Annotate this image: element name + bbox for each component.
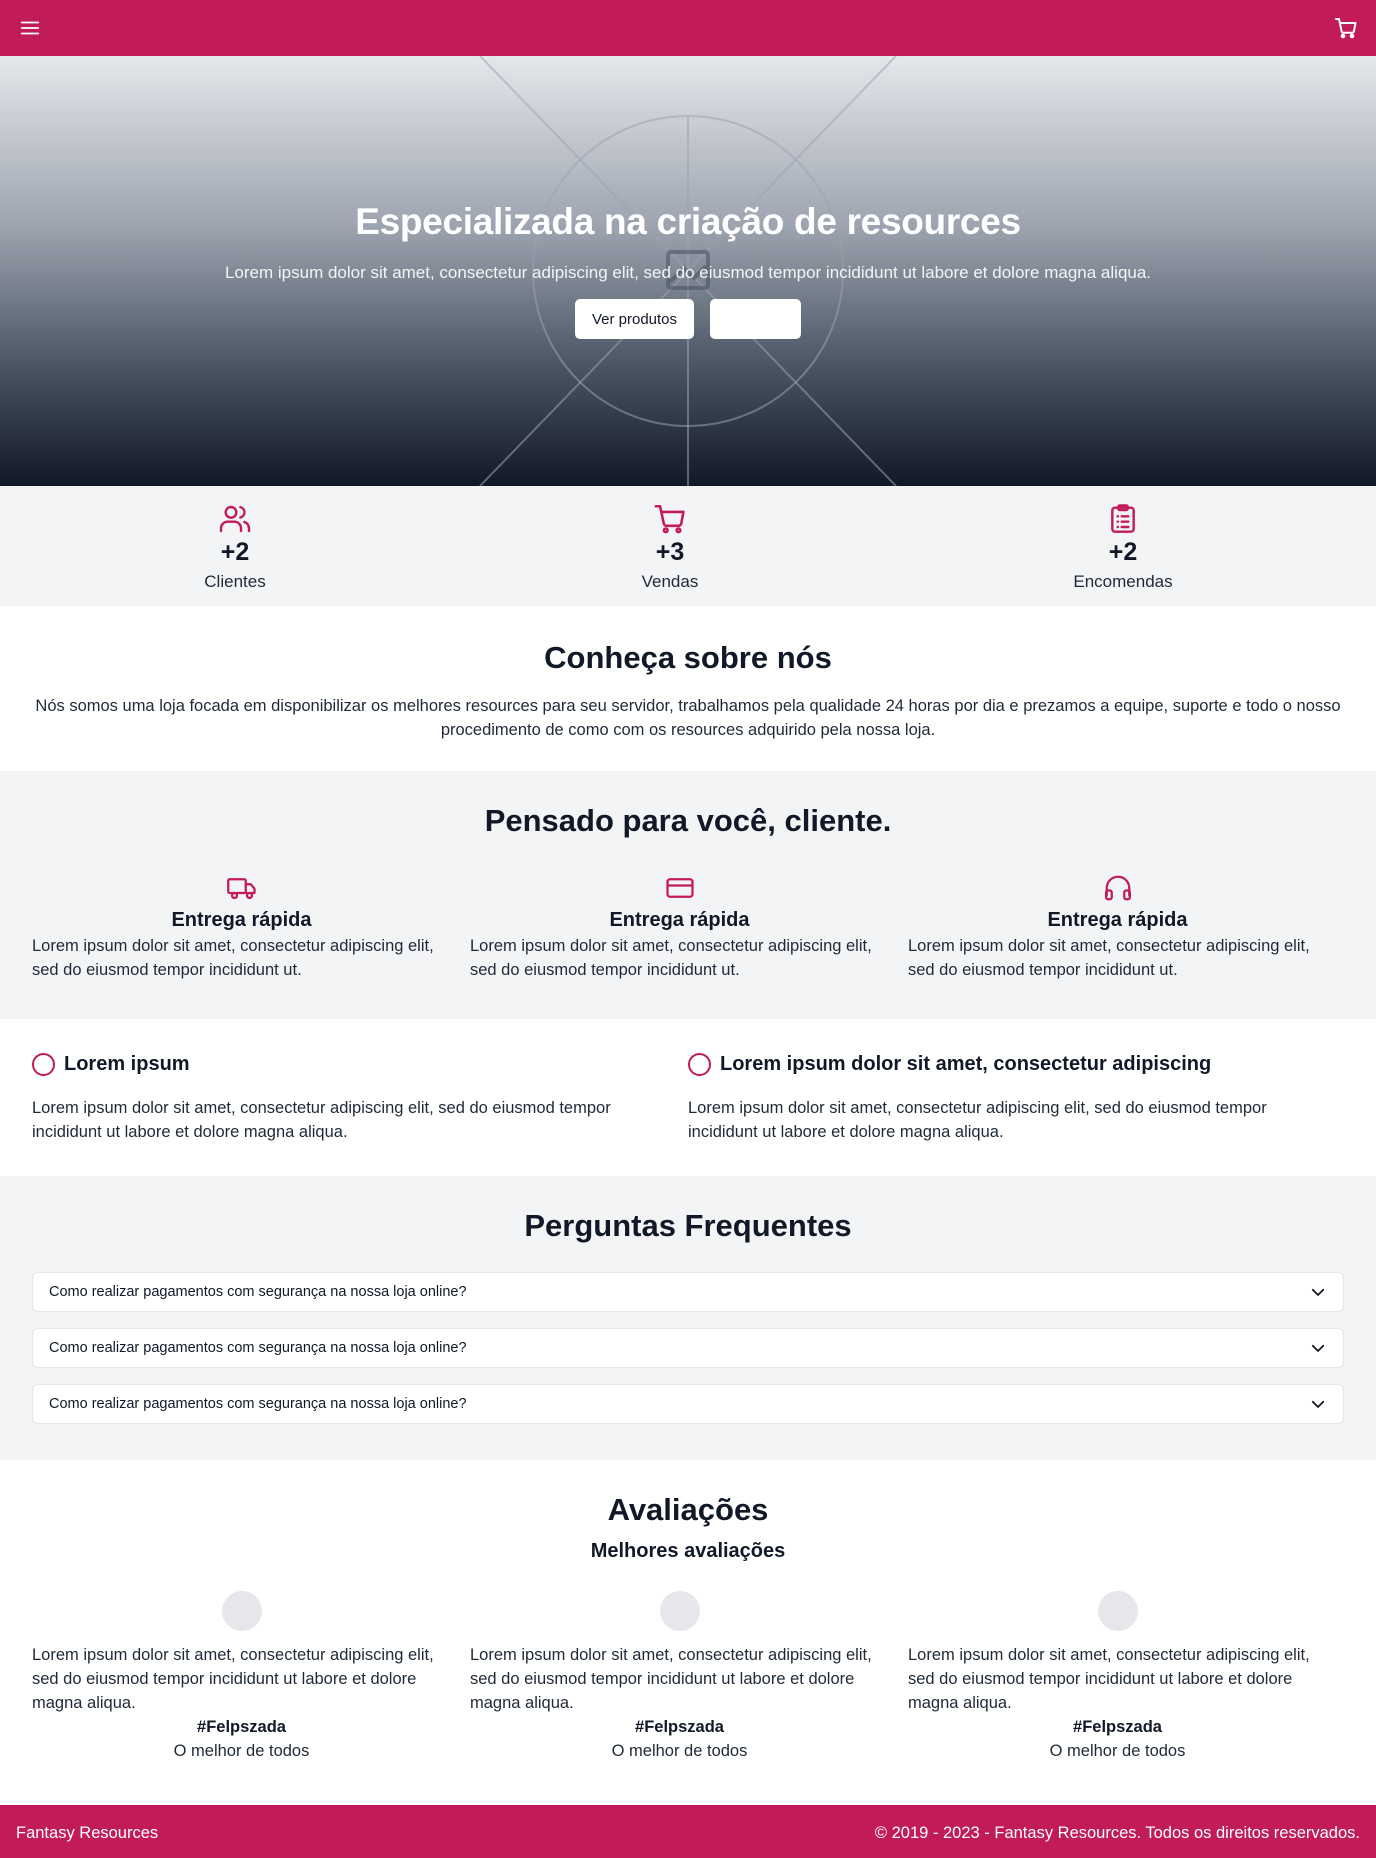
view-products-button[interactable]: Ver produtos [575,299,694,339]
reviewer-role: O melhor de todos [173,1742,310,1760]
stat-clients: +2 Clientes [135,502,335,592]
hero-banner: Especializada na criação de resources Lo… [0,56,1376,486]
about-text: Nós somos uma loja focada em disponibili… [35,697,1341,739]
circle-icon [688,1053,711,1076]
credit-card-icon [470,873,889,901]
chevron-down-icon [1311,1400,1325,1408]
info-title: Lorem ipsum [64,1053,190,1075]
clipboard-icon [1023,502,1223,536]
avatar [1097,1591,1138,1631]
feature-card: Entrega rápida Lorem ipsum dolor sit ame… [470,873,889,982]
stat-label: Vendas [641,572,699,591]
headphones-icon [908,873,1327,901]
feature-text: Lorem ipsum dolor sit amet, consectetur … [470,937,872,979]
cart-icon [570,502,770,536]
circle-icon [32,1053,55,1076]
faq-title: Perguntas Frequentes [524,1208,852,1243]
feature-title: Entrega rápida [1047,909,1188,931]
stat-value: +2 [1108,538,1138,566]
features-title: Pensado para você, cliente. [484,803,892,838]
feature-card: Entrega rápida Lorem ipsum dolor sit ame… [908,873,1327,982]
reviewer-role: O melhor de todos [1049,1742,1186,1760]
stat-value: +2 [220,538,250,566]
hero-subtitle: Lorem ipsum dolor sit amet, consectetur … [224,263,1152,282]
info-text: Lorem ipsum dolor sit amet, consectetur … [688,1099,1267,1141]
faq-item[interactable]: Como realizar pagamentos com segurança n… [32,1384,1344,1424]
features-section: Pensado para você, cliente. Entrega rápi… [0,771,1376,1019]
feature-text: Lorem ipsum dolor sit amet, consectetur … [32,937,434,979]
reviewer-name: #Felpszada [197,1718,286,1736]
info-text: Lorem ipsum dolor sit amet, consectetur … [32,1099,611,1141]
reviewer-name: #Felpszada [1073,1718,1162,1736]
info-title: Lorem ipsum dolor sit amet, consectetur … [720,1053,1212,1075]
reviews-section: Avaliações Melhores avaliações Lorem ips… [0,1460,1376,1805]
faq-question: Como realizar pagamentos com segurança n… [49,1396,467,1412]
review-text: Lorem ipsum dolor sit amet, consectetur … [470,1646,872,1712]
faq-item[interactable]: Como realizar pagamentos com segurança n… [32,1328,1344,1368]
info-section: Lorem ipsum Lorem ipsum dolor sit amet, … [0,1019,1376,1176]
chevron-down-icon [1311,1288,1325,1296]
top-navbar [0,0,1376,56]
reviews-title: Avaliações [607,1492,769,1527]
hero-title: Especializada na criação de resources [355,201,1021,242]
info-block: Lorem ipsum dolor sit amet, consectetur … [688,1053,1344,1176]
review-card: Lorem ipsum dolor sit amet, consectetur … [470,1591,889,1763]
truck-icon [32,873,451,901]
reviewer-name: #Felpszada [635,1718,724,1736]
chevron-down-icon [1311,1344,1325,1352]
review-card: Lorem ipsum dolor sit amet, consectetur … [908,1591,1327,1763]
stats-bar: +2 Clientes +3 Vendas +2 Encomendas [0,486,1376,606]
avatar [221,1591,262,1631]
review-text: Lorem ipsum dolor sit amet, consectetur … [32,1646,434,1712]
review-text: Lorem ipsum dolor sit amet, consectetur … [908,1646,1310,1712]
reviewer-role: O melhor de todos [611,1742,748,1760]
faq-list: Como realizar pagamentos com segurança n… [32,1272,1344,1424]
stat-sales: +3 Vendas [570,502,770,592]
footer-brand: Fantasy Resources [16,1823,159,1842]
faq-section: Perguntas Frequentes Como realizar pagam… [0,1176,1376,1460]
menu-icon[interactable] [16,14,44,42]
secondary-button[interactable] [710,299,801,339]
faq-item[interactable]: Como realizar pagamentos com segurança n… [32,1272,1344,1312]
users-icon [135,502,335,536]
stat-label: Clientes [204,572,266,591]
feature-title: Entrega rápida [609,909,750,931]
avatar [659,1591,700,1631]
footer-copyright: © 2019 - 2023 - Fantasy Resources. Todos… [874,1823,1360,1842]
stat-value: +3 [655,538,685,566]
stat-label: Encomendas [1073,572,1173,591]
feature-title: Entrega rápida [171,909,312,931]
feature-text: Lorem ipsum dolor sit amet, consectetur … [908,937,1310,979]
faq-question: Como realizar pagamentos com segurança n… [49,1340,467,1356]
footer: Fantasy Resources © 2019 - 2023 - Fantas… [0,1805,1376,1858]
faq-question: Como realizar pagamentos com segurança n… [49,1284,467,1300]
info-block: Lorem ipsum Lorem ipsum dolor sit amet, … [32,1053,688,1176]
cart-icon[interactable] [1332,14,1360,42]
feature-card: Entrega rápida Lorem ipsum dolor sit ame… [32,873,451,982]
reviews-subtitle: Melhores avaliações [590,1540,786,1562]
about-section: Conheça sobre nós Nós somos uma loja foc… [0,606,1376,771]
review-card: Lorem ipsum dolor sit amet, consectetur … [32,1591,451,1763]
stat-orders: +2 Encomendas [1023,502,1223,592]
about-title: Conheça sobre nós [544,640,832,675]
